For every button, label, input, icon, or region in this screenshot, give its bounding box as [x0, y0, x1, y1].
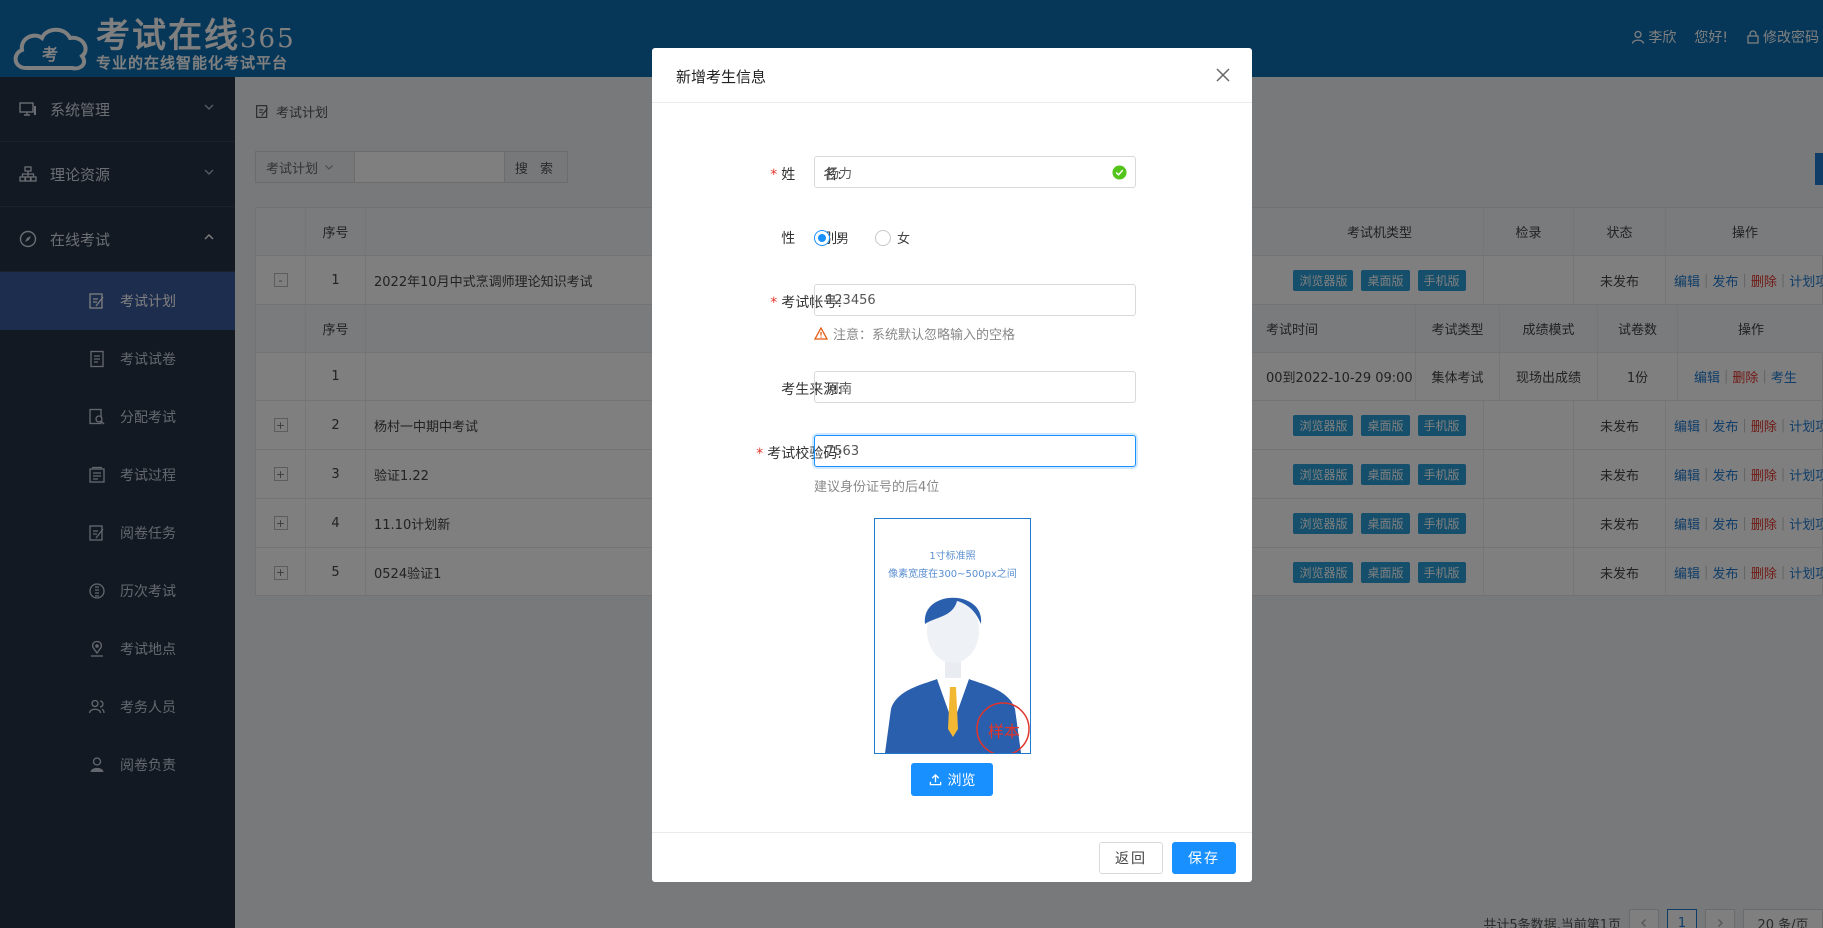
check-circle-icon	[1112, 165, 1127, 180]
verify-code-hint: 建议身份证号的后4位	[814, 480, 940, 495]
account-input[interactable]: 123456	[814, 284, 1136, 316]
source-input[interactable]: 河南	[814, 371, 1136, 403]
sample-portrait-icon: 样本	[885, 597, 1030, 753]
radio-female[interactable]	[875, 229, 892, 246]
account-note: 注意：系统默认忽略输入的空格	[814, 324, 1015, 343]
radio-male[interactable]	[814, 229, 830, 246]
dialog-header: 新增考生信息	[652, 48, 1252, 103]
verify-code-input[interactable]: 7563	[814, 435, 1136, 467]
photo-preview: 1寸标准照 像素宽度在300~500px之间 样本	[874, 518, 1031, 754]
dialog-footer: 返回 保存	[652, 832, 1252, 882]
gender-radio-group: 男 女	[814, 228, 910, 247]
form-row-source: 考生来源: 河南	[652, 371, 1252, 403]
form-row-account: * 考试帐号: 123456 注意：系统默认忽略输入的空格	[652, 284, 1252, 346]
form-row-name: * 姓 名: 杨力	[652, 156, 1252, 188]
warning-icon	[814, 327, 828, 340]
upload-icon	[929, 773, 941, 786]
browse-upload-button[interactable]: 浏览	[911, 763, 993, 796]
form-row-verify-code: * 考试校验码: 7563 建议身份证号的后4位	[652, 435, 1252, 497]
name-input[interactable]: 杨力	[814, 156, 1136, 188]
back-button[interactable]: 返回	[1099, 842, 1163, 874]
add-examinee-dialog: 新增考生信息 * 姓 名: 杨力 性 别: 男 女 * 考试帐号: 123456 注…	[652, 48, 1252, 882]
close-icon[interactable]	[1214, 66, 1232, 84]
form-row-gender: 性 别: 男 女	[652, 220, 1252, 252]
dialog-title: 新增考生信息	[676, 68, 767, 86]
sample-stamp: 样本	[988, 722, 1020, 741]
save-button[interactable]: 保存	[1172, 842, 1236, 874]
